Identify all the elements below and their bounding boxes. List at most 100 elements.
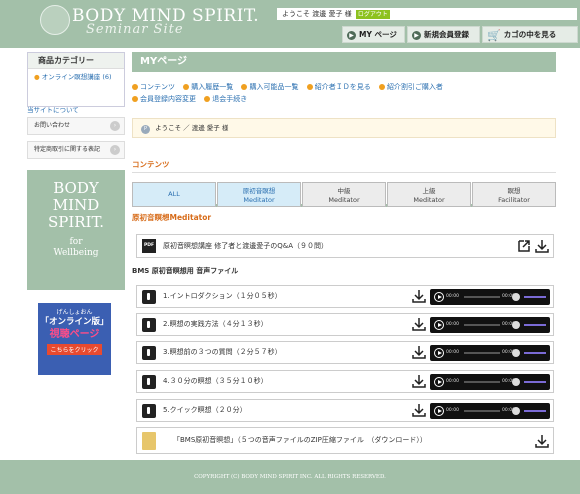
play-icon[interactable] [434, 348, 444, 358]
download-icon[interactable] [535, 434, 549, 448]
link-contents[interactable]: コンテンツ [132, 83, 175, 91]
audio-label: 3.瞑想前の３つの質問（２分５７秒） [163, 348, 282, 356]
bullet-icon [306, 84, 313, 90]
audio-row: 1.イントロダクション（１分０５秒） 00:00 00:00 [136, 285, 554, 308]
zip-folder-icon [142, 432, 156, 450]
volume-slider[interactable] [524, 296, 546, 298]
zip-download-row: 「BMS原初音瞑想」（５つの音声ファイルのZIP圧縮ファイル （ダウンロード）） [136, 427, 554, 454]
audio-file-icon [142, 404, 156, 418]
person-icon: P [141, 125, 150, 134]
arrow-right-icon: ▶ [412, 30, 421, 40]
volume-icon[interactable] [512, 407, 520, 415]
link-purchasable-items[interactable]: 購入可能品一覧 [241, 83, 298, 91]
audio-file-icon [142, 318, 156, 332]
download-icon[interactable] [535, 239, 549, 253]
welcome-text: ようこそ 渡邊 愛子 様 [282, 10, 352, 18]
audio-row: 2.瞑想の実践方法（４分１３秒） 00:00 00:00 [136, 313, 554, 336]
link-referrer-id[interactable]: 紹介者ＩＤを見る [306, 83, 371, 91]
progress-track[interactable] [464, 381, 500, 383]
download-icon[interactable] [412, 374, 426, 388]
zip-label: 「BMS原初音瞑想」（５つの音声ファイルのZIP圧縮ファイル （ダウンロード）） [173, 436, 427, 444]
audio-player[interactable]: 00:00 00:00 [430, 374, 550, 390]
audio-section-title: BMS 原初音瞑想用 音声ファイル [132, 267, 239, 275]
audio-label: 2.瞑想の実践方法（４分１３秒） [163, 320, 268, 328]
category-title: 商品カテゴリー [28, 53, 124, 69]
online-viewing-banner[interactable]: げんしょおん 「オンライン版」 視聴ページ こちらをクリック [38, 303, 111, 375]
bullet-icon: ● [34, 73, 40, 81]
welcome-bar: ようこそ 渡邊 愛子 様 ログアウト [277, 8, 577, 20]
download-icon[interactable] [412, 403, 426, 417]
cart-button[interactable]: 🛒 カゴの中を見る [482, 26, 578, 43]
download-icon[interactable] [412, 317, 426, 331]
site-header: BODY MIND SPIRIT. Seminar Site ようこそ 渡邊 愛… [0, 0, 580, 48]
cart-icon: 🛒 [487, 28, 501, 42]
tab-advanced-meditator[interactable]: 上級 Meditator [387, 182, 471, 207]
audio-label: 1.イントロダクション（１分０５秒） [163, 292, 282, 300]
pdf-icon: PDF [142, 239, 156, 253]
link-unsubscribe[interactable]: 退会手続き [204, 95, 247, 103]
about-link[interactable]: 当サイトについて [27, 104, 79, 114]
volume-icon[interactable] [512, 349, 520, 357]
site-footer: COPYRIGHT (C) BODY MIND SPIRIT INC. ALL … [0, 460, 580, 494]
bullet-icon [241, 84, 248, 90]
audio-player[interactable]: 00:00 00:00 [430, 403, 550, 419]
audio-row: 4.３０分の瞑想（３５分１０秒） 00:00 00:00 [136, 370, 554, 393]
link-edit-membership[interactable]: 会員登録内容変更 [132, 95, 196, 103]
progress-track[interactable] [464, 324, 500, 326]
welcome-box: P ようこそ ／ 渡邊 愛子 様 [132, 118, 556, 138]
play-icon[interactable] [434, 292, 444, 302]
bullet-icon [132, 84, 138, 90]
chevron-right-icon: › [110, 145, 120, 155]
tab-intermediate-meditator[interactable]: 中級 Meditator [302, 182, 386, 207]
download-icon[interactable] [412, 345, 426, 359]
audio-label: 4.３０分の瞑想（３５分１０秒） [163, 377, 268, 385]
progress-track[interactable] [464, 352, 500, 354]
tab-all[interactable]: ALL [132, 182, 216, 207]
category-box: 商品カテゴリー ● オンライン瞑想講座 (6) [27, 52, 125, 107]
bullet-icon [204, 96, 211, 102]
volume-icon[interactable] [512, 378, 520, 386]
legal-notice-button[interactable]: 特定商取引に関する表記 › [27, 141, 125, 159]
pdf-label: 原初音瞑想講座 修了者と渡邊愛子のQ&A（９０問） [163, 242, 328, 250]
volume-icon[interactable] [512, 321, 520, 329]
volume-icon[interactable] [512, 293, 520, 301]
volume-slider[interactable] [524, 324, 546, 326]
audio-player[interactable]: 00:00 00:00 [430, 317, 550, 333]
bullet-icon [378, 84, 385, 90]
play-icon[interactable] [434, 406, 444, 416]
site-logo-subtitle: Seminar Site [86, 22, 184, 37]
tab-facilitator[interactable]: 瞑想 Facilitator [472, 182, 556, 207]
audio-row: 3.瞑想前の３つの質問（２分５７秒） 00:00 00:00 [136, 341, 554, 364]
chevron-right-icon: › [110, 121, 120, 131]
audio-label: 5.クイック瞑想（２０分） [163, 406, 247, 414]
progress-track[interactable] [464, 410, 500, 412]
arrow-right-icon: ▶ [347, 30, 356, 40]
audio-player[interactable]: 00:00 00:00 [430, 345, 550, 361]
audio-player[interactable]: 00:00 00:00 [430, 289, 550, 305]
audio-file-icon [142, 375, 156, 389]
download-icon[interactable] [412, 289, 426, 303]
section-title: 原初音瞑想Meditator [132, 213, 212, 222]
audio-file-icon [142, 346, 156, 360]
bms-wellbeing-banner[interactable]: BODY MIND SPIRIT. for Wellbeing [27, 170, 125, 290]
open-external-icon[interactable] [517, 239, 531, 253]
tab-primordial-meditator[interactable]: 原初音瞑想 Meditator [217, 182, 301, 207]
mypage-button[interactable]: ▶ MY ページ [342, 26, 405, 43]
category-item-online-meditation[interactable]: ● オンライン瞑想講座 (6) [28, 69, 124, 86]
volume-slider[interactable] [524, 381, 546, 383]
play-icon[interactable] [434, 320, 444, 330]
contact-button[interactable]: お問い合わせ › [27, 117, 125, 135]
volume-slider[interactable] [524, 352, 546, 354]
link-referral-discount[interactable]: 紹介割引ご購入者 [378, 83, 443, 91]
logo-emblem [40, 5, 70, 35]
logout-button[interactable]: ログアウト [355, 10, 390, 19]
mypage-links: コンテンツ 購入履歴一覧 購入可能品一覧 紹介者ＩＤを見る 紹介割引ご購入者 会… [132, 81, 556, 105]
bullet-icon [132, 96, 138, 102]
progress-track[interactable] [464, 296, 500, 298]
audio-row: 5.クイック瞑想（２０分） 00:00 00:00 [136, 399, 554, 422]
link-purchase-history[interactable]: 購入履歴一覧 [183, 83, 233, 91]
play-icon[interactable] [434, 377, 444, 387]
bullet-icon [183, 84, 190, 90]
register-button[interactable]: ▶ 新規会員登録 [407, 26, 480, 43]
volume-slider[interactable] [524, 410, 546, 412]
